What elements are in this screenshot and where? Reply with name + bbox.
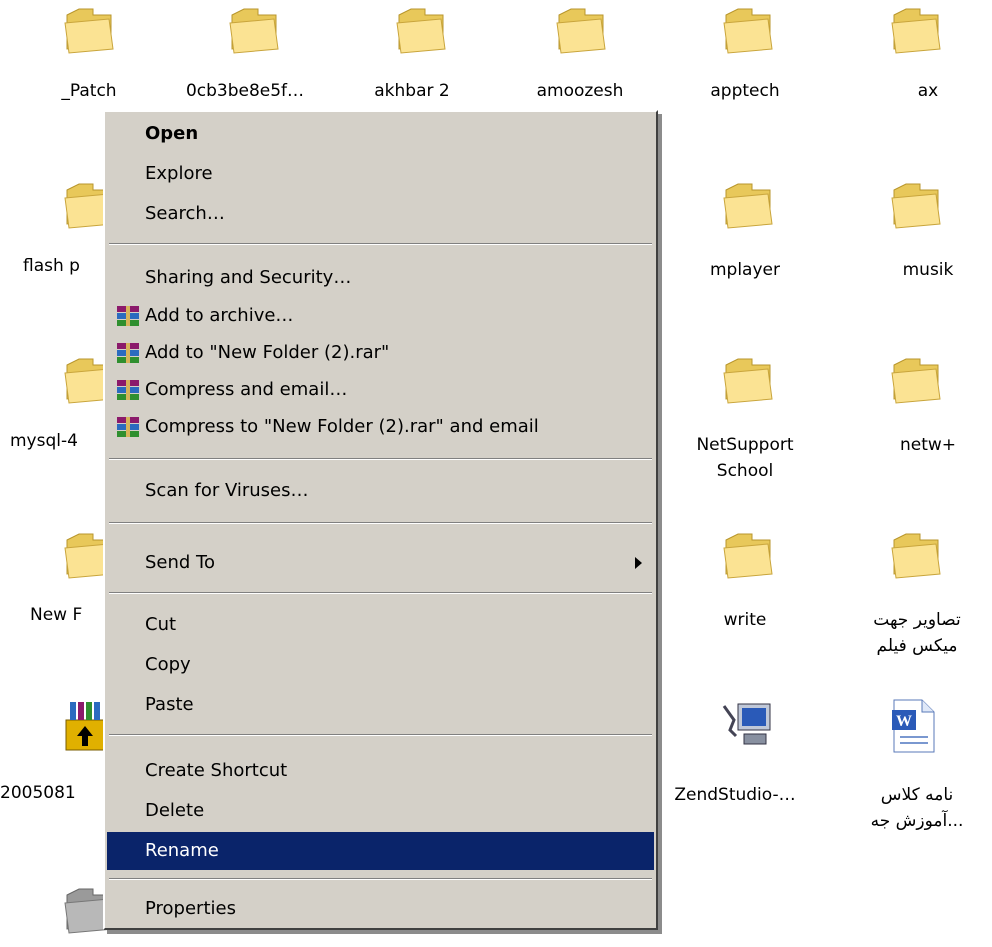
menu-separator xyxy=(109,734,652,736)
menu-item-send-to[interactable]: Send To xyxy=(107,544,654,582)
folder-icon[interactable] xyxy=(890,5,942,55)
folder-icon[interactable] xyxy=(722,5,774,55)
computer-network-icon[interactable] xyxy=(720,700,776,752)
desktop-item-musik[interactable]: musik xyxy=(853,257,992,283)
menu-item-paste[interactable]: Paste xyxy=(107,686,654,724)
menu-item-open[interactable]: Open xyxy=(107,115,654,153)
desktop-item-mysql[interactable]: mysql-4 xyxy=(10,428,78,454)
menu-separator xyxy=(109,592,652,594)
menu-item-explore[interactable]: Explore xyxy=(107,155,654,193)
menu-item-compress-rar-email[interactable]: Compress to "New Folder (2).rar" and ema… xyxy=(107,408,654,446)
desktop-item-patch[interactable]: _Patch xyxy=(14,78,164,104)
desktop-item-persian-doc[interactable]: نامه کلاس ...آموزش جه xyxy=(842,782,992,834)
desktop-item-zendstudio[interactable]: ZendStudio-… xyxy=(660,782,810,808)
desktop-item-akhbar[interactable]: akhbar 2 xyxy=(337,78,487,104)
menu-item-cut[interactable]: Cut xyxy=(107,606,654,644)
menu-item-copy[interactable]: Copy xyxy=(107,646,654,684)
menu-item-properties[interactable]: Properties xyxy=(107,890,654,928)
desktop-item-apptech[interactable]: apptech xyxy=(670,78,820,104)
submenu-arrow-icon xyxy=(635,557,642,569)
desktop-item-amoozesh[interactable]: amoozesh xyxy=(505,78,655,104)
winrar-icon xyxy=(117,306,139,326)
folder-icon[interactable] xyxy=(395,5,447,55)
folder-icon[interactable] xyxy=(63,5,115,55)
menu-item-create-shortcut[interactable]: Create Shortcut xyxy=(107,752,654,790)
menu-item-scan-viruses[interactable]: Scan for Viruses… xyxy=(107,472,654,510)
winrar-icon xyxy=(117,417,139,437)
desktop-item-netw[interactable]: netw+ xyxy=(853,432,992,458)
menu-item-add-to-rar[interactable]: Add to "New Folder (2).rar" xyxy=(107,334,654,372)
menu-separator xyxy=(109,878,652,880)
menu-item-add-to-archive[interactable]: Add to archive… xyxy=(107,297,654,335)
desktop-item-new-folder[interactable]: New F xyxy=(30,602,82,628)
desktop-item-persian-folder[interactable]: تصاویر جهت میکس فیلم xyxy=(842,607,992,659)
menu-item-rename[interactable]: Rename xyxy=(107,832,654,870)
winrar-icon xyxy=(117,343,139,363)
menu-item-search[interactable]: Search… xyxy=(107,195,654,233)
svg-text:W: W xyxy=(896,713,912,730)
folder-icon[interactable] xyxy=(555,5,607,55)
folder-icon[interactable] xyxy=(722,355,774,405)
folder-icon[interactable] xyxy=(890,530,942,580)
desktop-item-netsupport[interactable]: NetSupport School xyxy=(670,432,820,484)
folder-icon[interactable] xyxy=(228,5,280,55)
context-menu: Open Explore Search… Sharing and Securit… xyxy=(103,110,658,930)
desktop-item-2005081[interactable]: 2005081 xyxy=(0,780,76,806)
folder-icon[interactable] xyxy=(890,180,942,230)
desktop-item-ax[interactable]: ax xyxy=(853,78,992,104)
word-document-icon[interactable]: W xyxy=(888,698,938,754)
desktop-item-write[interactable]: write xyxy=(670,607,820,633)
winrar-icon xyxy=(117,380,139,400)
menu-item-delete[interactable]: Delete xyxy=(107,792,654,830)
menu-separator xyxy=(109,243,652,245)
folder-icon[interactable] xyxy=(890,355,942,405)
menu-item-sharing-security[interactable]: Sharing and Security… xyxy=(107,259,654,297)
menu-separator xyxy=(109,458,652,460)
menu-separator xyxy=(109,522,652,524)
desktop-item-mplayer[interactable]: mplayer xyxy=(670,257,820,283)
desktop-item-0cb3[interactable]: 0cb3be8e5f… xyxy=(170,78,320,104)
menu-item-compress-email[interactable]: Compress and email… xyxy=(107,371,654,409)
desktop-item-flash[interactable]: flash p xyxy=(23,253,80,279)
folder-icon[interactable] xyxy=(722,180,774,230)
folder-icon[interactable] xyxy=(722,530,774,580)
